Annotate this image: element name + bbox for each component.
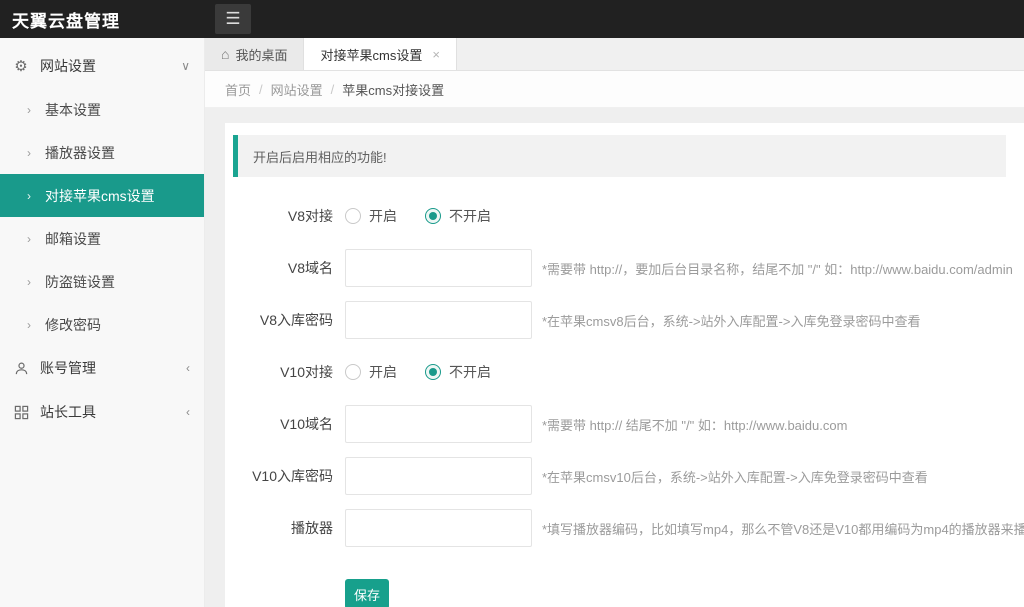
form-row: V10对接 开启 不开启	[233, 353, 1006, 391]
v8-password-input[interactable]	[345, 301, 532, 339]
sidebar-item-label: 修改密码	[45, 315, 101, 335]
notice-banner: 开启后启用相应的功能!	[233, 135, 1006, 177]
sidebar-item-basic-settings[interactable]: › 基本设置	[0, 88, 204, 131]
sidebar-group-webmaster-tools[interactable]: 站长工具 ‹	[0, 390, 204, 434]
sidebar: ⚙ 网站设置 ∨ › 基本设置 › 播放器设置 › 对接苹果cms设置 › 邮箱…	[0, 38, 205, 607]
settings-panel: 开启后启用相应的功能! V8对接 开启 不开启	[225, 123, 1024, 607]
v10-domain-label: V10域名	[233, 414, 333, 434]
radio-label: 不开启	[449, 362, 491, 382]
sidebar-group-site-settings[interactable]: ⚙ 网站设置 ∨	[0, 44, 204, 88]
save-button[interactable]: 保存	[345, 579, 389, 607]
v8-connect-off-radio[interactable]: 不开启	[425, 206, 491, 226]
player-input[interactable]	[345, 509, 532, 547]
v10-domain-help: *需要带 http:// 结尾不加 "/" 如：http://www.baidu…	[542, 415, 847, 434]
breadcrumb: 首页 / 网站设置 / 苹果cms对接设置	[205, 71, 1024, 108]
v8-domain-label: V8域名	[233, 258, 333, 278]
chevron-left-icon: ‹	[186, 405, 190, 419]
sidebar-item-label: 播放器设置	[45, 143, 115, 163]
breadcrumb-separator: /	[331, 82, 335, 97]
v10-connect-radio-group: 开启 不开启	[345, 362, 519, 382]
breadcrumb-home[interactable]: 首页	[225, 80, 251, 99]
notice-text: 开启后启用相应的功能!	[253, 147, 387, 166]
radio-icon	[425, 364, 441, 380]
apple-cms-form: V8对接 开启 不开启 V8域名	[233, 197, 1006, 607]
v8-password-help: *在苹果cmsv8后台，系统->站外入库配置->入库免登录密码中查看	[542, 311, 920, 330]
sidebar-item-player-settings[interactable]: › 播放器设置	[0, 131, 204, 174]
hamburger-icon: ☰	[225, 9, 240, 29]
home-icon: ⌂	[221, 46, 229, 62]
sidebar-group-label: 账号管理	[40, 358, 186, 378]
user-icon	[12, 361, 30, 376]
radio-label: 开启	[369, 362, 397, 382]
v10-password-label: V10入库密码	[233, 466, 333, 486]
radio-label: 不开启	[449, 206, 491, 226]
form-row: V8对接 开启 不开启	[233, 197, 1006, 235]
arrow-right-icon: ›	[27, 103, 31, 117]
sidebar-group-account-management[interactable]: 账号管理 ‹	[0, 346, 204, 390]
chevron-left-icon: ‹	[186, 361, 190, 375]
grid-icon	[12, 405, 30, 420]
breadcrumb-current: 苹果cms对接设置	[342, 80, 444, 99]
app-title: 天翼云盘管理	[0, 7, 205, 32]
arrow-right-icon: ›	[27, 189, 31, 203]
radio-icon	[345, 364, 361, 380]
menu-toggle-button[interactable]: ☰	[215, 4, 251, 34]
v10-password-input[interactable]	[345, 457, 532, 495]
v8-connect-on-radio[interactable]: 开启	[345, 206, 397, 226]
radio-icon	[425, 208, 441, 224]
radio-icon	[345, 208, 361, 224]
form-row: V10入库密码 *在苹果cmsv10后台，系统->站外入库配置->入库免登录密码…	[233, 457, 1006, 495]
radio-label: 开启	[369, 206, 397, 226]
sidebar-group-label: 网站设置	[40, 56, 181, 76]
arrow-right-icon: ›	[27, 146, 31, 160]
sidebar-item-change-password[interactable]: › 修改密码	[0, 303, 204, 346]
gear-icon: ⚙	[12, 57, 30, 75]
breadcrumb-site-settings[interactable]: 网站设置	[271, 80, 323, 99]
arrow-right-icon: ›	[27, 275, 31, 289]
sidebar-group-label: 站长工具	[40, 402, 186, 422]
v10-connect-label: V10对接	[233, 362, 333, 382]
tab-bar: ⌂ 我的桌面 对接苹果cms设置 ×	[205, 38, 1024, 71]
sidebar-item-label: 基本设置	[45, 100, 101, 120]
form-row: V8入库密码 *在苹果cmsv8后台，系统->站外入库配置->入库免登录密码中查…	[233, 301, 1006, 339]
player-help: *填写播放器编码，比如填写mp4，那么不管V8还是V10都用编码为mp4的播放器…	[542, 519, 1024, 538]
app-header: 天翼云盘管理 ☰	[0, 0, 1024, 38]
player-label: 播放器	[233, 518, 333, 538]
form-row: V10域名 *需要带 http:// 结尾不加 "/" 如：http://www…	[233, 405, 1006, 443]
content-area: 开启后启用相应的功能! V8对接 开启 不开启	[205, 109, 1024, 607]
v8-domain-help: *需要带 http://，要加后台目录名称，结尾不加 "/" 如：http://…	[542, 259, 1013, 278]
breadcrumb-separator: /	[259, 82, 263, 97]
v8-connect-label: V8对接	[233, 206, 333, 226]
sidebar-item-email-settings[interactable]: › 邮箱设置	[0, 217, 204, 260]
arrow-right-icon: ›	[27, 318, 31, 332]
tab-label: 我的桌面	[235, 45, 287, 64]
main-area: ⌂ 我的桌面 对接苹果cms设置 × 首页 / 网站设置 / 苹果cms对接设置…	[205, 38, 1024, 607]
form-row: V8域名 *需要带 http://，要加后台目录名称，结尾不加 "/" 如：ht…	[233, 249, 1006, 287]
form-row: 播放器 *填写播放器编码，比如填写mp4，那么不管V8还是V10都用编码为mp4…	[233, 509, 1006, 547]
arrow-right-icon: ›	[27, 232, 31, 246]
sidebar-item-label: 对接苹果cms设置	[45, 186, 155, 206]
sidebar-item-hotlink-settings[interactable]: › 防盗链设置	[0, 260, 204, 303]
v8-password-label: V8入库密码	[233, 310, 333, 330]
tab-label: 对接苹果cms设置	[320, 45, 422, 64]
v10-domain-input[interactable]	[345, 405, 532, 443]
v10-password-help: *在苹果cmsv10后台，系统->站外入库配置->入库免登录密码中查看	[542, 467, 928, 486]
chevron-down-icon: ∨	[181, 59, 190, 73]
sidebar-item-apple-cms-settings[interactable]: › 对接苹果cms设置	[0, 174, 204, 217]
v8-connect-radio-group: 开启 不开启	[345, 206, 519, 226]
v10-connect-off-radio[interactable]: 不开启	[425, 362, 491, 382]
tab-apple-cms-settings[interactable]: 对接苹果cms设置 ×	[304, 38, 456, 70]
sidebar-item-label: 邮箱设置	[45, 229, 101, 249]
tab-my-desktop[interactable]: ⌂ 我的桌面	[205, 38, 304, 70]
sidebar-item-label: 防盗链设置	[45, 272, 115, 292]
v8-domain-input[interactable]	[345, 249, 532, 287]
close-icon[interactable]: ×	[432, 47, 440, 62]
v10-connect-on-radio[interactable]: 开启	[345, 362, 397, 382]
